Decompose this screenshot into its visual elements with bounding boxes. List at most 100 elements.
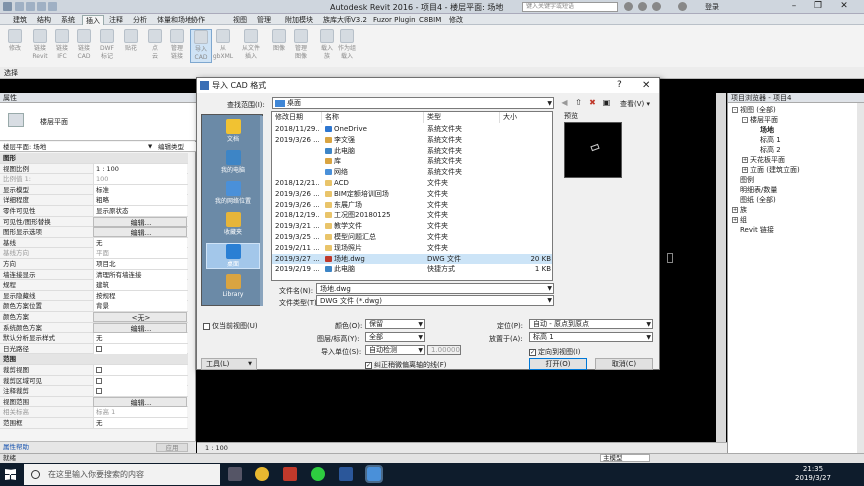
ribbon-button-11[interactable]: 图像 (268, 29, 290, 53)
taskbar-search-input[interactable]: 在这里输入你要搜索的内容 (24, 464, 220, 485)
file-row[interactable]: 2019/3/25 ... 模型问题汇总 文件夹 (272, 232, 552, 243)
browser-node[interactable]: + 族 (732, 205, 747, 215)
browser-node[interactable]: 图纸 (全部) (732, 195, 776, 205)
expand-icon[interactable]: + (732, 217, 738, 223)
tab-1[interactable]: 结构 (34, 15, 54, 25)
column-header[interactable]: 修改日期 (272, 112, 322, 123)
property-value[interactable]: <无> (93, 312, 187, 322)
windows-start-icon[interactable] (5, 469, 16, 480)
tab-12[interactable]: Fuzor Plugin (370, 15, 419, 25)
file-row[interactable]: 2019/3/26 ... 东展广场 文件夹 (272, 200, 552, 211)
tab-10[interactable]: 附加模块 (282, 15, 316, 25)
undo-icon[interactable] (37, 2, 46, 11)
ribbon-button-0[interactable]: 修改 (4, 29, 26, 53)
file-row[interactable]: 2019/2/19 ... 此电脑 快捷方式 1 KB (272, 264, 552, 275)
close-window-button[interactable]: ✕ (834, 0, 854, 14)
ribbon-button-2[interactable]: 链接 IFC (51, 29, 73, 61)
ribbon-button-5[interactable]: 贴花 (120, 29, 142, 53)
select-group-label[interactable]: 选择 (4, 68, 18, 78)
column-header[interactable]: 类型 (424, 112, 500, 123)
property-value[interactable] (93, 375, 187, 386)
open-icon[interactable] (15, 2, 24, 11)
tab-11[interactable]: 族库大师V3.2 (320, 15, 370, 25)
place-3[interactable]: 收藏夹 (206, 212, 260, 236)
revit-taskbar-icon[interactable] (365, 465, 383, 483)
maximize-button[interactable]: ❐ (808, 0, 828, 14)
expand-icon[interactable]: + (742, 157, 748, 163)
file-row[interactable]: 2018/12/21... ACD 文件夹 (272, 178, 552, 189)
browser-node[interactable]: 场地 (752, 125, 774, 135)
new-folder-icon[interactable]: ▣ (601, 97, 612, 108)
property-value[interactable]: 按规程 (93, 290, 187, 301)
model-selector[interactable]: 主模型 (600, 454, 650, 462)
file-row[interactable]: 网络 系统文件夹 (272, 167, 552, 178)
star-icon[interactable] (652, 2, 661, 11)
collapse-icon[interactable]: - (732, 107, 738, 113)
ribbon-button-13[interactable]: 载入 族 (316, 29, 338, 61)
property-value[interactable]: 无 (93, 333, 187, 344)
color-dropdown[interactable]: 保留 ▼ (365, 319, 425, 329)
place-0[interactable]: 文档 (206, 119, 260, 143)
expand-icon[interactable]: + (742, 167, 748, 173)
file-row[interactable]: 2019/3/21 ... 教学文件 文件夹 (272, 221, 552, 232)
property-value[interactable] (93, 386, 187, 397)
property-value[interactable]: 无 (93, 418, 187, 428)
browser-node[interactable]: Revit 链接 (732, 225, 774, 235)
property-value[interactable]: 编辑... (93, 322, 187, 333)
tab-14[interactable]: 修改 (446, 15, 466, 25)
property-checkbox[interactable] (96, 345, 102, 352)
ribbon-button-14[interactable]: 作为组 载入 (336, 29, 358, 61)
expand-icon[interactable]: + (732, 207, 738, 213)
view-menu[interactable]: 查看(V) ▾ (620, 99, 650, 109)
ribbon-button-4[interactable]: DWF 标记 (96, 29, 118, 61)
file-type-dropdown[interactable]: DWG 文件 (*.dwg) ▼ (316, 295, 554, 306)
revit-logo-icon[interactable] (3, 2, 12, 11)
wechat-icon[interactable] (311, 467, 325, 481)
look-in-dropdown[interactable]: 桌面 ▼ (272, 97, 554, 109)
place-1[interactable]: 我的电脑 (206, 150, 260, 174)
tab-8[interactable]: 视图 (230, 15, 250, 25)
orient-to-view-checkbox[interactable]: ✓ 定向到视图(I) (529, 347, 581, 357)
view-scale[interactable]: 1 : 100 (205, 443, 228, 453)
property-value[interactable]: 显示原状态 (93, 206, 187, 216)
file-row[interactable]: 2019/3/27 ... 场地.dwg DWG 文件 20 KB (272, 253, 552, 265)
minimize-button[interactable]: – (784, 0, 804, 14)
browser-node[interactable]: 标高 1 (752, 135, 781, 145)
login-link[interactable]: 登录 (705, 2, 719, 12)
property-value[interactable]: 1 : 100 (93, 163, 187, 174)
ribbon-button-10[interactable]: 从文件 插入 (240, 29, 262, 61)
apply-button[interactable]: 应用 (156, 443, 188, 452)
ribbon-button-3[interactable]: 链接 CAD (73, 29, 95, 61)
file-name-input[interactable]: 场地.dwg ▼ (316, 283, 554, 294)
subscription-icon[interactable] (638, 2, 647, 11)
correct-lines-checkbox[interactable]: ✓ 纠正稍微偏离轴的线(F) (365, 360, 447, 370)
save-icon[interactable] (26, 2, 35, 11)
canvas-scrollbar[interactable] (716, 93, 726, 442)
dialog-help-button[interactable]: ? (617, 78, 622, 93)
property-checkbox[interactable] (96, 377, 102, 384)
ribbon-button-8[interactable]: 导入 CAD (190, 29, 212, 63)
property-value[interactable]: 编辑... (93, 227, 187, 238)
browser-node[interactable]: + 立面 (建筑立面) (742, 165, 800, 175)
property-checkbox[interactable] (96, 388, 102, 395)
tab-7[interactable]: 协作 (188, 15, 208, 25)
property-value[interactable]: 编辑... (93, 396, 187, 407)
collapse-icon[interactable]: - (742, 117, 748, 123)
delete-icon[interactable]: ✖ (587, 97, 598, 108)
browser-node[interactable]: 标高 2 (752, 145, 781, 155)
system-clock[interactable]: 21:35 2019/3/27 (790, 465, 836, 483)
units-factor-input[interactable]: 1.000000 (427, 345, 461, 355)
place-4[interactable]: 桌面 (206, 243, 260, 269)
layers-dropdown[interactable]: 全部 ▼ (365, 332, 425, 342)
current-view-only-checkbox[interactable]: 仅当前视图(U) (203, 321, 258, 331)
word-icon[interactable] (339, 467, 353, 481)
file-row[interactable]: 2018/11/29... OneDrive 系统文件夹 (272, 124, 552, 135)
property-value[interactable]: 背景 (93, 301, 187, 312)
tab-2[interactable]: 系统 (58, 15, 78, 25)
ribbon-button-7[interactable]: 管理 链接 (166, 29, 188, 61)
property-value[interactable]: 编辑... (93, 216, 187, 227)
browser-node[interactable]: 明细表/数量 (732, 185, 777, 195)
property-value[interactable]: 粗略 (93, 195, 187, 206)
browser-node[interactable]: 图例 (732, 175, 754, 185)
file-row[interactable]: 2019/3/26 ... BIM定额培训回场 文件夹 (272, 189, 552, 200)
